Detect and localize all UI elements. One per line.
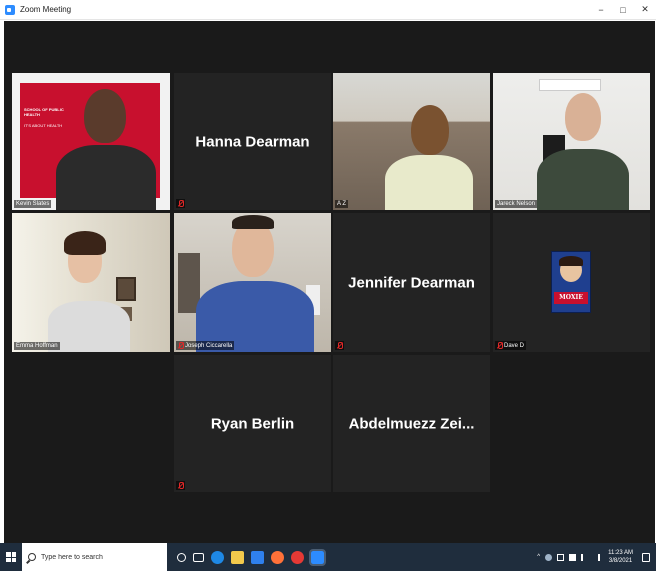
profile-avatar: MOXIE xyxy=(551,251,591,313)
participant-video xyxy=(12,213,170,352)
participant-name-display: Abdelmuezz Zei... xyxy=(348,415,475,432)
maximize-button[interactable]: □ xyxy=(612,0,634,20)
cortana-icon[interactable] xyxy=(177,552,186,562)
participant-video xyxy=(493,73,650,210)
taskbar-clock[interactable]: 11:23 AM 3/8/2021 xyxy=(608,549,633,565)
windows-taskbar: ^ 11:23 AM 3/8/2021 xyxy=(0,543,656,571)
start-button[interactable] xyxy=(0,543,22,571)
search-input[interactable] xyxy=(41,553,161,561)
avatar-text: MOXIE xyxy=(554,292,588,304)
notification-icon[interactable] xyxy=(642,552,650,562)
participant-tile-jareck-nelson[interactable]: Jareck Nelson xyxy=(493,73,650,210)
participant-tile-abdelmuezz[interactable]: Abdelmuezz Zei... xyxy=(333,355,490,492)
chevron-up-icon[interactable]: ^ xyxy=(537,554,540,560)
battery-icon[interactable] xyxy=(569,553,577,561)
wifi-icon[interactable] xyxy=(581,553,588,561)
mic-muted-icon xyxy=(178,200,184,207)
participant-tile-kevin-slates[interactable]: SCHOOL OF PUBLIC HEALTH IT'S ABOUT HEALT… xyxy=(12,73,170,210)
participant-name-label xyxy=(176,199,185,208)
participant-name-display: Ryan Berlin xyxy=(210,415,295,432)
participant-name-label xyxy=(335,341,344,350)
participant-name-display: Hanna Dearman xyxy=(195,133,310,150)
participant-tile-joseph-ciccarella[interactable]: Joseph Ciccarella xyxy=(174,213,331,352)
clock-time: 11:23 AM xyxy=(608,550,633,556)
participant-tile-a-z[interactable]: A Z xyxy=(333,73,490,210)
taskbar-search[interactable] xyxy=(22,543,167,571)
participant-tile-jennifer-dearman[interactable]: Jennifer Dearman xyxy=(333,213,490,352)
firefox-icon[interactable] xyxy=(271,550,284,564)
system-tray: ^ 11:23 AM 3/8/2021 xyxy=(537,549,650,565)
participant-video: SCHOOL OF PUBLIC HEALTH IT'S ABOUT HEALT… xyxy=(12,73,170,210)
participant-name-label xyxy=(176,481,185,490)
participant-name-label: Kevin Slates xyxy=(14,200,52,208)
gallery-view: SCHOOL OF PUBLIC HEALTH IT'S ABOUT HEALT… xyxy=(4,21,655,543)
search-icon xyxy=(28,553,36,561)
network-icon[interactable] xyxy=(557,553,565,561)
zoom-icon[interactable] xyxy=(309,548,326,566)
window-controls: − □ ✕ xyxy=(590,0,656,20)
close-button[interactable]: ✕ xyxy=(634,0,656,20)
file-explorer-icon[interactable] xyxy=(231,550,244,564)
window-title: Zoom Meeting xyxy=(20,5,72,14)
participant-tile-dave-d[interactable]: MOXIE Dave D xyxy=(493,213,650,352)
participant-name-label: Joseph Ciccarella xyxy=(176,341,235,350)
store-icon[interactable] xyxy=(251,550,264,564)
window-title-bar: Zoom Meeting − □ ✕ xyxy=(0,0,656,20)
mic-muted-icon xyxy=(497,342,503,349)
participant-name-label: A Z xyxy=(335,200,349,208)
participant-name-display: Jennifer Dearman xyxy=(348,274,475,291)
minimize-button[interactable]: − xyxy=(590,0,612,20)
participant-video xyxy=(174,213,331,352)
edge-icon[interactable] xyxy=(211,550,224,564)
chrome-icon[interactable] xyxy=(291,550,304,564)
task-view-icon[interactable] xyxy=(193,552,204,562)
participant-tile-emma-hoffman[interactable]: Emma Hoffman xyxy=(12,213,170,352)
participant-video xyxy=(333,73,490,210)
mic-muted-icon xyxy=(337,342,343,349)
participant-name-label: Jareck Nelson xyxy=(495,200,538,208)
participant-tile-hanna-dearman[interactable]: Hanna Dearman xyxy=(174,73,331,210)
participant-name-label: Dave D xyxy=(495,341,527,350)
windows-logo-icon xyxy=(6,552,16,562)
participant-tile-ryan-berlin[interactable]: Ryan Berlin xyxy=(174,355,331,492)
zoom-app-icon xyxy=(5,4,15,15)
people-icon[interactable] xyxy=(545,553,553,561)
backdrop-text: SCHOOL OF PUBLIC HEALTH xyxy=(24,107,64,117)
backdrop-subtext: IT'S ABOUT HEALTH xyxy=(24,123,63,128)
pinned-apps xyxy=(177,548,326,566)
volume-icon[interactable] xyxy=(593,553,601,561)
participant-name-label: Emma Hoffman xyxy=(14,342,60,350)
clock-date: 3/8/2021 xyxy=(608,558,633,564)
mic-muted-icon xyxy=(178,482,184,489)
mic-muted-icon xyxy=(178,342,184,349)
